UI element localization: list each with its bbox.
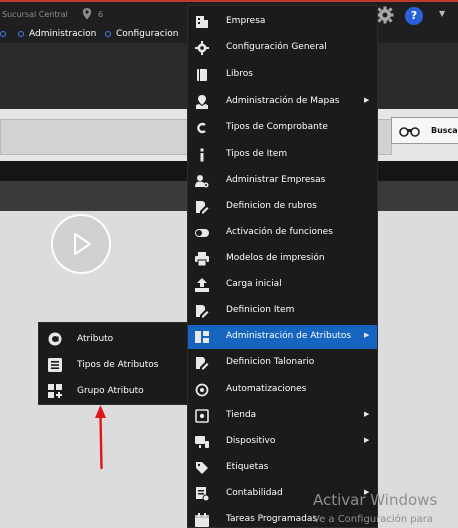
menu-item-administracion-de-mapas[interactable]: Administración de Mapas ▶ (188, 90, 377, 114)
menu-item-activacion-de-funciones[interactable]: Activación de funciones (188, 221, 377, 245)
menu-item-definicion-item[interactable]: Definicion Item (188, 299, 377, 323)
menu-item-etiquetas[interactable]: Etiquetas (188, 456, 377, 480)
menu-item-label: Configuración General (226, 42, 327, 52)
menu-item-label: Modelos de impresión (226, 253, 325, 263)
menu-item-label: Definicion de rubros (226, 201, 317, 211)
chevron-right-icon: ▶ (364, 96, 370, 104)
user-gear-icon (195, 175, 209, 188)
edit-icon (196, 305, 209, 318)
menu-item-label: Etiquetas (226, 462, 269, 472)
ledger-icon (196, 487, 209, 501)
menu-item-carga-inicial[interactable]: Carga inicial (188, 273, 377, 297)
menu-item-label: Activación de funciones (226, 227, 333, 237)
menu-item-label: Empresa (226, 16, 266, 26)
chevron-right-icon: ▶ (364, 410, 370, 418)
submenu-item-atributo[interactable]: Atributo (39, 326, 187, 352)
menu-item-libros[interactable]: Libros (188, 63, 377, 87)
binoculars-icon (399, 127, 420, 137)
cog-icon (195, 383, 209, 397)
circle-icon (18, 30, 24, 37)
menu-item-definicion-talonario[interactable]: Definicion Talonario (188, 351, 377, 375)
list-icon (48, 358, 62, 372)
book-icon (197, 69, 207, 81)
menu-item-empresa[interactable]: Empresa (188, 10, 377, 34)
menu-item-label: Definicion Item (226, 305, 295, 315)
menu-item-dispositivo[interactable]: Dispositivo ▶ (188, 430, 377, 454)
attributes-icon (195, 331, 209, 343)
menu-item-administrar-empresas[interactable]: Administrar Empresas (188, 169, 377, 193)
watermark-title: Activar Windows (313, 491, 438, 509)
gear-icon[interactable] (376, 6, 394, 24)
watermark-subtitle: Ve a Configuración para (313, 514, 433, 525)
search-button-label: Buscar (431, 126, 458, 135)
menu-item-administracion-de-atributos[interactable]: Administración de Atributos ▶ (188, 325, 377, 349)
printer-icon (195, 252, 209, 266)
chevron-right-icon: ▶ (364, 331, 370, 339)
menu-item-label: Administración de Atributos (226, 331, 352, 341)
menu-item-label: Libros (226, 69, 253, 79)
menu-item-tipos-de-item[interactable]: Tipos de Item (188, 143, 377, 167)
submenu-item-label: Grupo Atributo (77, 386, 144, 396)
menu-item-label: Tipos de Comprobante (226, 122, 328, 132)
grid-plus-icon (48, 384, 62, 398)
annotation-arrow (95, 405, 106, 470)
map-icon (196, 95, 208, 109)
upload-icon (195, 278, 209, 292)
menu-item-definicion-de-rubros[interactable]: Definicion de rubros (188, 195, 377, 219)
menu-item-label: Automatizaciones (226, 384, 307, 394)
device-icon (195, 436, 209, 448)
branch-count: 6 (98, 10, 104, 19)
menu-item-automatizaciones[interactable]: Automatizaciones (188, 378, 377, 402)
menu-item-label: Administración de Mapas (226, 96, 340, 106)
chevron-down-icon[interactable]: ▼ (439, 9, 445, 18)
menu-item-label: Carga inicial (226, 279, 282, 289)
menu-item-label: Tareas Programadas (226, 514, 318, 524)
play-button[interactable] (51, 214, 111, 274)
edit-icon (196, 357, 209, 370)
circle-icon (0, 30, 6, 37)
attributes-submenu: Atributo Tipos de Atributos Grupo Atribu… (38, 322, 188, 405)
info-icon (200, 148, 204, 162)
chevron-right-icon: ▶ (364, 436, 370, 444)
nav-label: Administracion (29, 29, 97, 39)
menu-item-label: Contabilidad (226, 488, 283, 498)
branch-name[interactable]: Sucursal Central (2, 10, 68, 19)
menu-item-tipos-de-comprobante[interactable]: Tipos de Comprobante (188, 116, 377, 140)
menu-item-tienda[interactable]: Tienda ▶ (188, 404, 377, 428)
menu-item-modelos-de-impresion[interactable]: Modelos de impresión (188, 247, 377, 271)
a-circle-icon (48, 332, 62, 346)
menu-item-label: Dispositivo (226, 436, 276, 446)
toggle-icon (195, 229, 209, 237)
nav-item-configuracion[interactable]: Configuracion (105, 29, 178, 39)
nav-item-prev[interactable] (0, 29, 11, 39)
map-pin-icon (82, 8, 92, 20)
submenu-item-label: Tipos de Atributos (77, 360, 159, 370)
help-icon[interactable]: ? (405, 7, 423, 25)
submenu-item-tipos-de-atributos[interactable]: Tipos de Atributos (39, 352, 187, 378)
circle-icon (105, 30, 111, 37)
menu-item-label: Tienda (226, 410, 257, 420)
gear-icon (195, 41, 209, 55)
play-icon (74, 233, 91, 255)
nav-label: Configuracion (116, 29, 179, 39)
menu-item-configuracion-general[interactable]: Configuración General (188, 36, 377, 60)
edit-icon (196, 201, 209, 214)
menu-item-label: Definicion Talonario (226, 357, 315, 367)
search-button[interactable]: Buscar (391, 117, 458, 144)
submenu-item-grupo-atributo[interactable]: Grupo Atributo (39, 378, 187, 404)
letter-c-icon (197, 122, 206, 134)
building-icon (196, 16, 208, 28)
nav-item-administracion[interactable]: Administracion (18, 29, 96, 39)
tag-icon (196, 462, 208, 474)
configuration-menu: Empresa Configuración General Libros Adm… (187, 5, 378, 528)
submenu-item-label: Atributo (77, 334, 114, 344)
calendar-icon (195, 513, 209, 527)
menu-item-label: Tipos de Item (226, 149, 288, 159)
store-icon (195, 409, 209, 423)
menu-item-label: Administrar Empresas (226, 175, 326, 185)
